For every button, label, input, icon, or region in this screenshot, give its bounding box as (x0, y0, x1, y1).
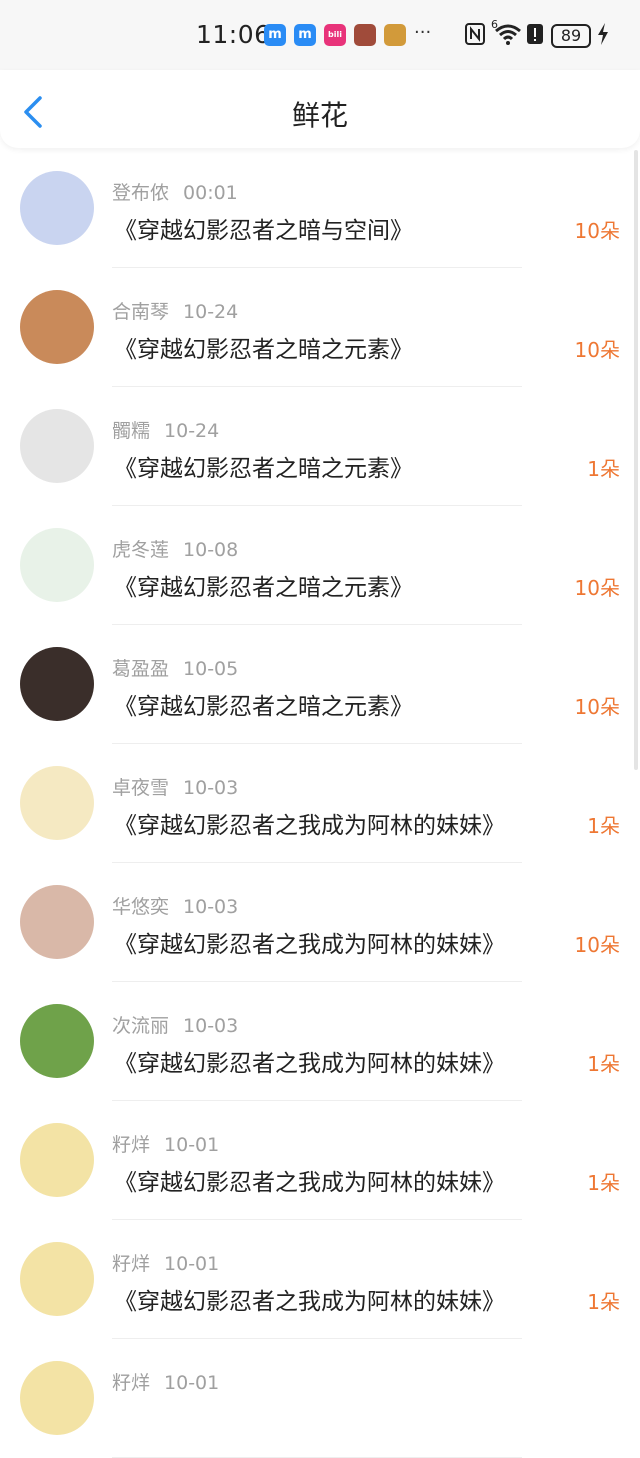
name-line: 髑糯 10-24 (112, 416, 219, 443)
book-title[interactable]: 《穿越幻影忍者之暗之元素》 (114, 330, 413, 364)
send-date: 10-05 (183, 658, 239, 680)
app-m-icon: m (264, 24, 286, 46)
avatar[interactable] (20, 885, 94, 959)
user-name: 华悠奕 (112, 896, 170, 918)
send-date: 10-24 (183, 301, 239, 323)
book-title[interactable]: 《穿越幻影忍者之暗之元素》 (114, 449, 413, 483)
scrollbar[interactable] (634, 150, 638, 770)
flower-count: 10朵 (574, 338, 620, 362)
avatar[interactable] (20, 766, 94, 840)
header-bar: 鲜花 (0, 70, 640, 148)
flower-count: 10朵 (574, 219, 620, 243)
charging-icon (598, 23, 608, 45)
avatar[interactable] (20, 1004, 94, 1078)
list-item[interactable]: 籽烊 10-01 (0, 1339, 640, 1458)
page-title: 鲜花 (291, 99, 348, 132)
avatar[interactable] (20, 528, 94, 602)
name-line: 登布侬 00:01 (112, 178, 238, 205)
bilibili-icon: bili (324, 24, 346, 46)
flower-count: 10朵 (574, 933, 620, 957)
list-item[interactable]: 虎冬莲 10-08 《穿越幻影忍者之暗之元素》 10朵 (0, 506, 640, 625)
send-date: 10-03 (183, 896, 239, 918)
user-name: 籽烊 (112, 1134, 151, 1156)
more-notifications-icon: ··· (414, 22, 432, 43)
avatar[interactable] (20, 1123, 94, 1197)
avatar[interactable] (20, 290, 94, 364)
send-date: 10-08 (183, 539, 239, 561)
name-line: 虎冬莲 10-08 (112, 535, 238, 562)
list-item[interactable]: 次流丽 10-03 《穿越幻影忍者之我成为阿林的妹妹》 1朵 (0, 982, 640, 1101)
send-date: 10-01 (164, 1134, 220, 1156)
name-line: 华悠奕 10-03 (112, 892, 238, 919)
send-date: 10-03 (183, 777, 239, 799)
avatar[interactable] (20, 647, 94, 721)
name-line: 籽烊 10-01 (112, 1249, 219, 1276)
flower-count: 10朵 (574, 576, 620, 600)
flower-count: 10朵 (574, 695, 620, 719)
avatar[interactable] (20, 1361, 94, 1435)
nfc-icon (465, 23, 485, 45)
list-item[interactable]: 葛盈盈 10-05 《穿越幻影忍者之暗之元素》 10朵 (0, 625, 640, 744)
send-date: 10-01 (164, 1372, 220, 1394)
name-line: 卓夜雪 10-03 (112, 773, 238, 800)
wifi-icon (495, 24, 521, 45)
alert-icon (527, 24, 543, 44)
list-item[interactable]: 登布侬 00:01 《穿越幻影忍者之暗与空间》 10朵 (0, 149, 640, 268)
book-title[interactable]: 《穿越幻影忍者之我成为阿林的妹妹》 (114, 1282, 505, 1316)
name-line: 籽烊 10-01 (112, 1130, 219, 1157)
send-date: 10-01 (164, 1253, 220, 1275)
avatar[interactable] (20, 171, 94, 245)
flower-count: 1朵 (587, 1052, 620, 1076)
status-bar: 11:06 m m bili ··· 6 89 (0, 0, 640, 70)
name-line: 籽烊 10-01 (112, 1368, 219, 1395)
book-title[interactable]: 《穿越幻影忍者之暗之元素》 (114, 568, 413, 602)
book-title[interactable]: 《穿越幻影忍者之我成为阿林的妹妹》 (114, 806, 505, 840)
book-title[interactable]: 《穿越幻影忍者之暗之元素》 (114, 687, 413, 721)
list-item[interactable]: 合南琴 10-24 《穿越幻影忍者之暗之元素》 10朵 (0, 268, 640, 387)
avatar[interactable] (20, 1242, 94, 1316)
app-avatar-icon (354, 24, 376, 46)
list-item[interactable]: 籽烊 10-01 《穿越幻影忍者之我成为阿林的妹妹》 1朵 (0, 1220, 640, 1339)
book-title[interactable]: 《穿越幻影忍者之我成为阿林的妹妹》 (114, 1163, 505, 1197)
list-item[interactable]: 卓夜雪 10-03 《穿越幻影忍者之我成为阿林的妹妹》 1朵 (0, 744, 640, 863)
user-name: 次流丽 (112, 1015, 170, 1037)
user-name: 籽烊 (112, 1372, 151, 1394)
flower-count: 1朵 (587, 1290, 620, 1314)
flower-record-list: 登布侬 00:01 《穿越幻影忍者之暗与空间》 10朵 合南琴 10-24 《穿越幻影忍者之… (0, 149, 640, 1458)
user-name: 葛盈盈 (112, 658, 170, 680)
book-title[interactable]: 《穿越幻影忍者之我成为阿林的妹妹》 (114, 925, 505, 959)
user-name: 卓夜雪 (112, 777, 170, 799)
name-line: 次流丽 10-03 (112, 1011, 238, 1038)
list-item[interactable]: 华悠奕 10-03 《穿越幻影忍者之我成为阿林的妹妹》 10朵 (0, 863, 640, 982)
user-name: 合南琴 (112, 301, 170, 323)
user-name: 髑糯 (112, 420, 151, 442)
send-date: 00:01 (183, 182, 238, 204)
list-item[interactable]: 髑糯 10-24 《穿越幻影忍者之暗之元素》 1朵 (0, 387, 640, 506)
send-date: 10-24 (164, 420, 220, 442)
status-time: 11:06 (196, 20, 271, 49)
name-line: 合南琴 10-24 (112, 297, 238, 324)
user-name: 登布侬 (112, 182, 170, 204)
battery-indicator: 89 (551, 24, 591, 48)
book-title[interactable]: 《穿越幻影忍者之暗与空间》 (114, 211, 413, 245)
flower-count: 1朵 (587, 814, 620, 838)
user-name: 虎冬莲 (112, 539, 170, 561)
list-item[interactable]: 籽烊 10-01 《穿越幻影忍者之我成为阿林的妹妹》 1朵 (0, 1101, 640, 1220)
flower-count: 1朵 (587, 457, 620, 481)
send-date: 10-03 (183, 1015, 239, 1037)
avatar[interactable] (20, 409, 94, 483)
app-avatar-icon-2 (384, 24, 406, 46)
name-line: 葛盈盈 10-05 (112, 654, 238, 681)
user-name: 籽烊 (112, 1253, 151, 1275)
app-m-icon-2: m (294, 24, 316, 46)
flower-count: 1朵 (587, 1171, 620, 1195)
book-title[interactable]: 《穿越幻影忍者之我成为阿林的妹妹》 (114, 1044, 505, 1078)
